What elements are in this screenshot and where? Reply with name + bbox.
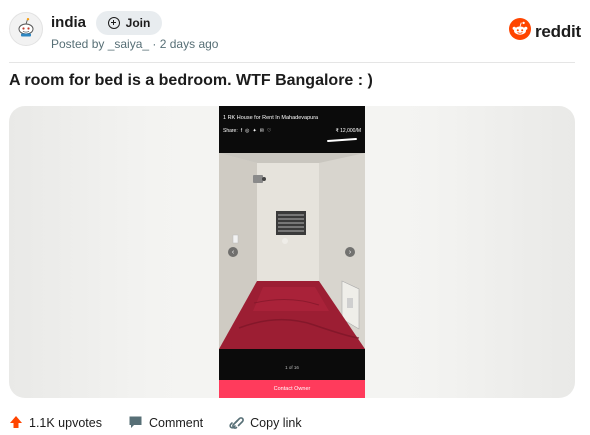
listing-price: ₹ 12,000/M: [335, 128, 361, 134]
copy-link-button[interactable]: Copy link: [229, 414, 302, 432]
link-icon: [229, 414, 245, 432]
whatsapp-icon: ◎: [245, 128, 250, 134]
chevron-left-icon[interactable]: ‹: [228, 247, 238, 257]
post-header: india Join Posted by _saiya_ · 2 days ag…: [9, 10, 581, 54]
share-row: Share: f ◎ ✦ ✉ ♡: [223, 128, 271, 134]
reddit-wordmark: reddit: [534, 21, 581, 41]
join-button[interactable]: Join: [96, 11, 162, 35]
meta-separator: ·: [149, 37, 160, 51]
reddit-brand[interactable]: reddit: [508, 18, 581, 45]
upvote-arrow-icon: [9, 415, 23, 432]
comment-button[interactable]: Comment: [128, 415, 203, 432]
header-divider: [9, 62, 575, 63]
chevron-right-icon[interactable]: ›: [345, 247, 355, 257]
post-meta: Posted by _saiya_ · 2 days ago: [51, 37, 218, 51]
subreddit-avatar[interactable]: [9, 12, 43, 46]
comment-icon: [128, 415, 143, 432]
plus-circle-icon: [107, 17, 120, 29]
snoo-avatar-icon: [14, 15, 38, 44]
join-label: Join: [125, 16, 151, 30]
facebook-icon: f: [240, 128, 243, 134]
post-time: 2 days ago: [159, 37, 219, 51]
photo-pager: 1 of 16: [285, 365, 299, 370]
price-underline-mark: [326, 137, 358, 143]
post-title[interactable]: A room for bed is a bedroom. WTF Bangalo…: [9, 72, 373, 90]
copy-link-label: Copy link: [250, 416, 302, 430]
reddit-logo-icon: [508, 18, 531, 45]
upvote-count: 1.1K upvotes: [29, 416, 102, 430]
post-actions: 1.1K upvotes Comment Copy link: [9, 412, 302, 434]
subreddit-name[interactable]: india: [51, 14, 86, 31]
heart-icon: ♡: [266, 128, 272, 134]
email-icon: ✉: [259, 128, 264, 134]
author-link[interactable]: _saiya_: [108, 37, 149, 51]
room-photo: [219, 153, 365, 349]
contact-owner-button: Contact Owner: [219, 380, 365, 398]
share-label: Share:: [223, 128, 238, 134]
comment-label: Comment: [148, 416, 204, 430]
listing-screenshot: 1 RK House for Rent In Mahadevapura Shar…: [219, 106, 365, 398]
twitter-icon: ✦: [252, 128, 257, 134]
posted-by-prefix: Posted by: [51, 37, 108, 51]
post-media[interactable]: 1 RK House for Rent In Mahadevapura Shar…: [9, 106, 575, 398]
listing-title: 1 RK House for Rent In Mahadevapura: [223, 115, 319, 121]
upvote-button[interactable]: 1.1K upvotes: [9, 415, 102, 432]
